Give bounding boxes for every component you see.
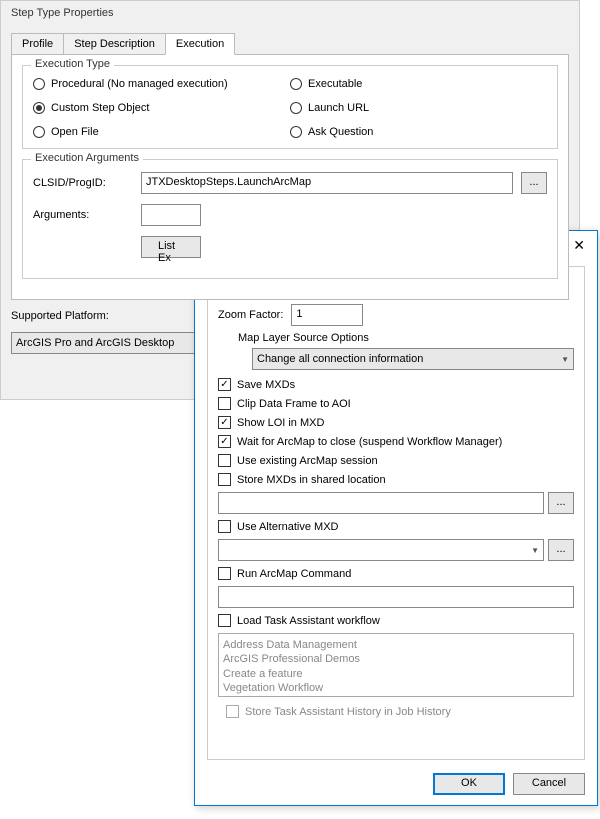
chk-wait-close[interactable] (218, 435, 231, 448)
chk-store-shared[interactable] (218, 473, 231, 486)
arguments-label: Arguments: (33, 209, 133, 221)
list-item[interactable]: Address Data Management (223, 638, 569, 652)
radio-ask-question-label: Ask Question (308, 126, 373, 138)
chk-show-loi-label: Show LOI in MXD (237, 417, 324, 429)
run-cmd-input[interactable] (218, 586, 574, 608)
launch-arcmap-dialog: Launch ArcMap ✕ Behavior Zoom to LOI Zoo… (194, 230, 598, 806)
zoom-factor-input[interactable]: 1 (291, 304, 363, 326)
tab-execution[interactable]: Execution (165, 33, 235, 55)
radio-custom-step[interactable] (33, 102, 45, 114)
clsid-browse-button[interactable]: ... (521, 172, 547, 194)
supported-platform-select[interactable]: ArcGIS Pro and ArcGIS Desktop (11, 332, 221, 354)
map-layer-label: Map Layer Source Options (238, 332, 574, 344)
chk-store-shared-label: Store MXDs in shared location (237, 474, 386, 486)
list-exec-button[interactable]: List Ex (141, 236, 201, 258)
chk-use-alt-mxd-label: Use Alternative MXD (237, 521, 338, 533)
zoom-factor-label: Zoom Factor: (218, 309, 283, 321)
chk-use-existing-label: Use existing ArcMap session (237, 455, 378, 467)
radio-open-file-label: Open File (51, 126, 99, 138)
list-item[interactable]: Create a feature (223, 667, 569, 681)
cancel-button[interactable]: Cancel (513, 773, 585, 795)
chk-load-task-label: Load Task Assistant workflow (237, 615, 380, 627)
chk-save-mxds[interactable] (218, 378, 231, 391)
window-title: Step Type Properties (1, 1, 579, 25)
chk-load-task[interactable] (218, 614, 231, 627)
chk-use-existing[interactable] (218, 454, 231, 467)
chk-clip-aoi-label: Clip Data Frame to AOI (237, 398, 351, 410)
close-icon[interactable]: ✕ (569, 237, 589, 254)
radio-procedural-label: Procedural (No managed execution) (51, 78, 228, 90)
chk-save-mxds-label: Save MXDs (237, 379, 295, 391)
chk-run-cmd-label: Run ArcMap Command (237, 568, 351, 580)
tab-content-execution: Execution Type Procedural (No managed ex… (11, 54, 569, 300)
execution-arguments-legend: Execution Arguments (31, 152, 143, 164)
radio-launch-url[interactable] (290, 102, 302, 114)
execution-type-legend: Execution Type (31, 58, 114, 70)
radio-custom-step-label: Custom Step Object (51, 102, 149, 114)
supported-platform-label: Supported Platform: (11, 310, 109, 322)
tab-step-description[interactable]: Step Description (63, 33, 166, 55)
radio-executable[interactable] (290, 78, 302, 90)
task-assistant-listbox[interactable]: Address Data Management ArcGIS Professio… (218, 633, 574, 697)
execution-type-group: Execution Type Procedural (No managed ex… (22, 65, 558, 149)
chk-run-cmd[interactable] (218, 567, 231, 580)
list-item[interactable]: Vegetation Workflow (223, 681, 569, 695)
chevron-down-icon: ▼ (561, 355, 569, 364)
radio-procedural[interactable] (33, 78, 45, 90)
chk-wait-close-label: Wait for ArcMap to close (suspend Workfl… (237, 436, 502, 448)
radio-executable-label: Executable (308, 78, 362, 90)
behavior-group: Behavior Zoom to LOI Zoom Factor: 1 Map … (207, 266, 585, 760)
ok-button[interactable]: OK (433, 773, 505, 795)
supported-platform-value: ArcGIS Pro and ArcGIS Desktop (16, 337, 174, 349)
radio-launch-url-label: Launch URL (308, 102, 369, 114)
map-layer-select[interactable]: Change all connection information ▼ (252, 348, 574, 370)
tab-row: Profile Step Description Execution (1, 33, 579, 55)
clsid-input[interactable]: JTXDesktopSteps.LaunchArcMap (141, 172, 513, 194)
arguments-input[interactable] (141, 204, 201, 226)
chk-store-history (226, 705, 239, 718)
chk-clip-aoi[interactable] (218, 397, 231, 410)
chevron-down-icon: ▼ (531, 546, 539, 555)
alt-mxd-select[interactable]: ▼ (218, 539, 544, 561)
list-item[interactable]: ArcGIS Professional Demos (223, 652, 569, 666)
chk-store-history-label: Store Task Assistant History in Job Hist… (245, 706, 451, 718)
chk-show-loi[interactable] (218, 416, 231, 429)
execution-arguments-group: Execution Arguments CLSID/ProgID: JTXDes… (22, 159, 558, 279)
map-layer-value: Change all connection information (257, 353, 423, 365)
tab-profile[interactable]: Profile (11, 33, 64, 55)
store-shared-browse-button[interactable]: ... (548, 492, 574, 514)
alt-mxd-browse-button[interactable]: ... (548, 539, 574, 561)
clsid-label: CLSID/ProgID: (33, 177, 133, 189)
radio-open-file[interactable] (33, 126, 45, 138)
chk-use-alt-mxd[interactable] (218, 520, 231, 533)
store-shared-input[interactable] (218, 492, 544, 514)
radio-ask-question[interactable] (290, 126, 302, 138)
